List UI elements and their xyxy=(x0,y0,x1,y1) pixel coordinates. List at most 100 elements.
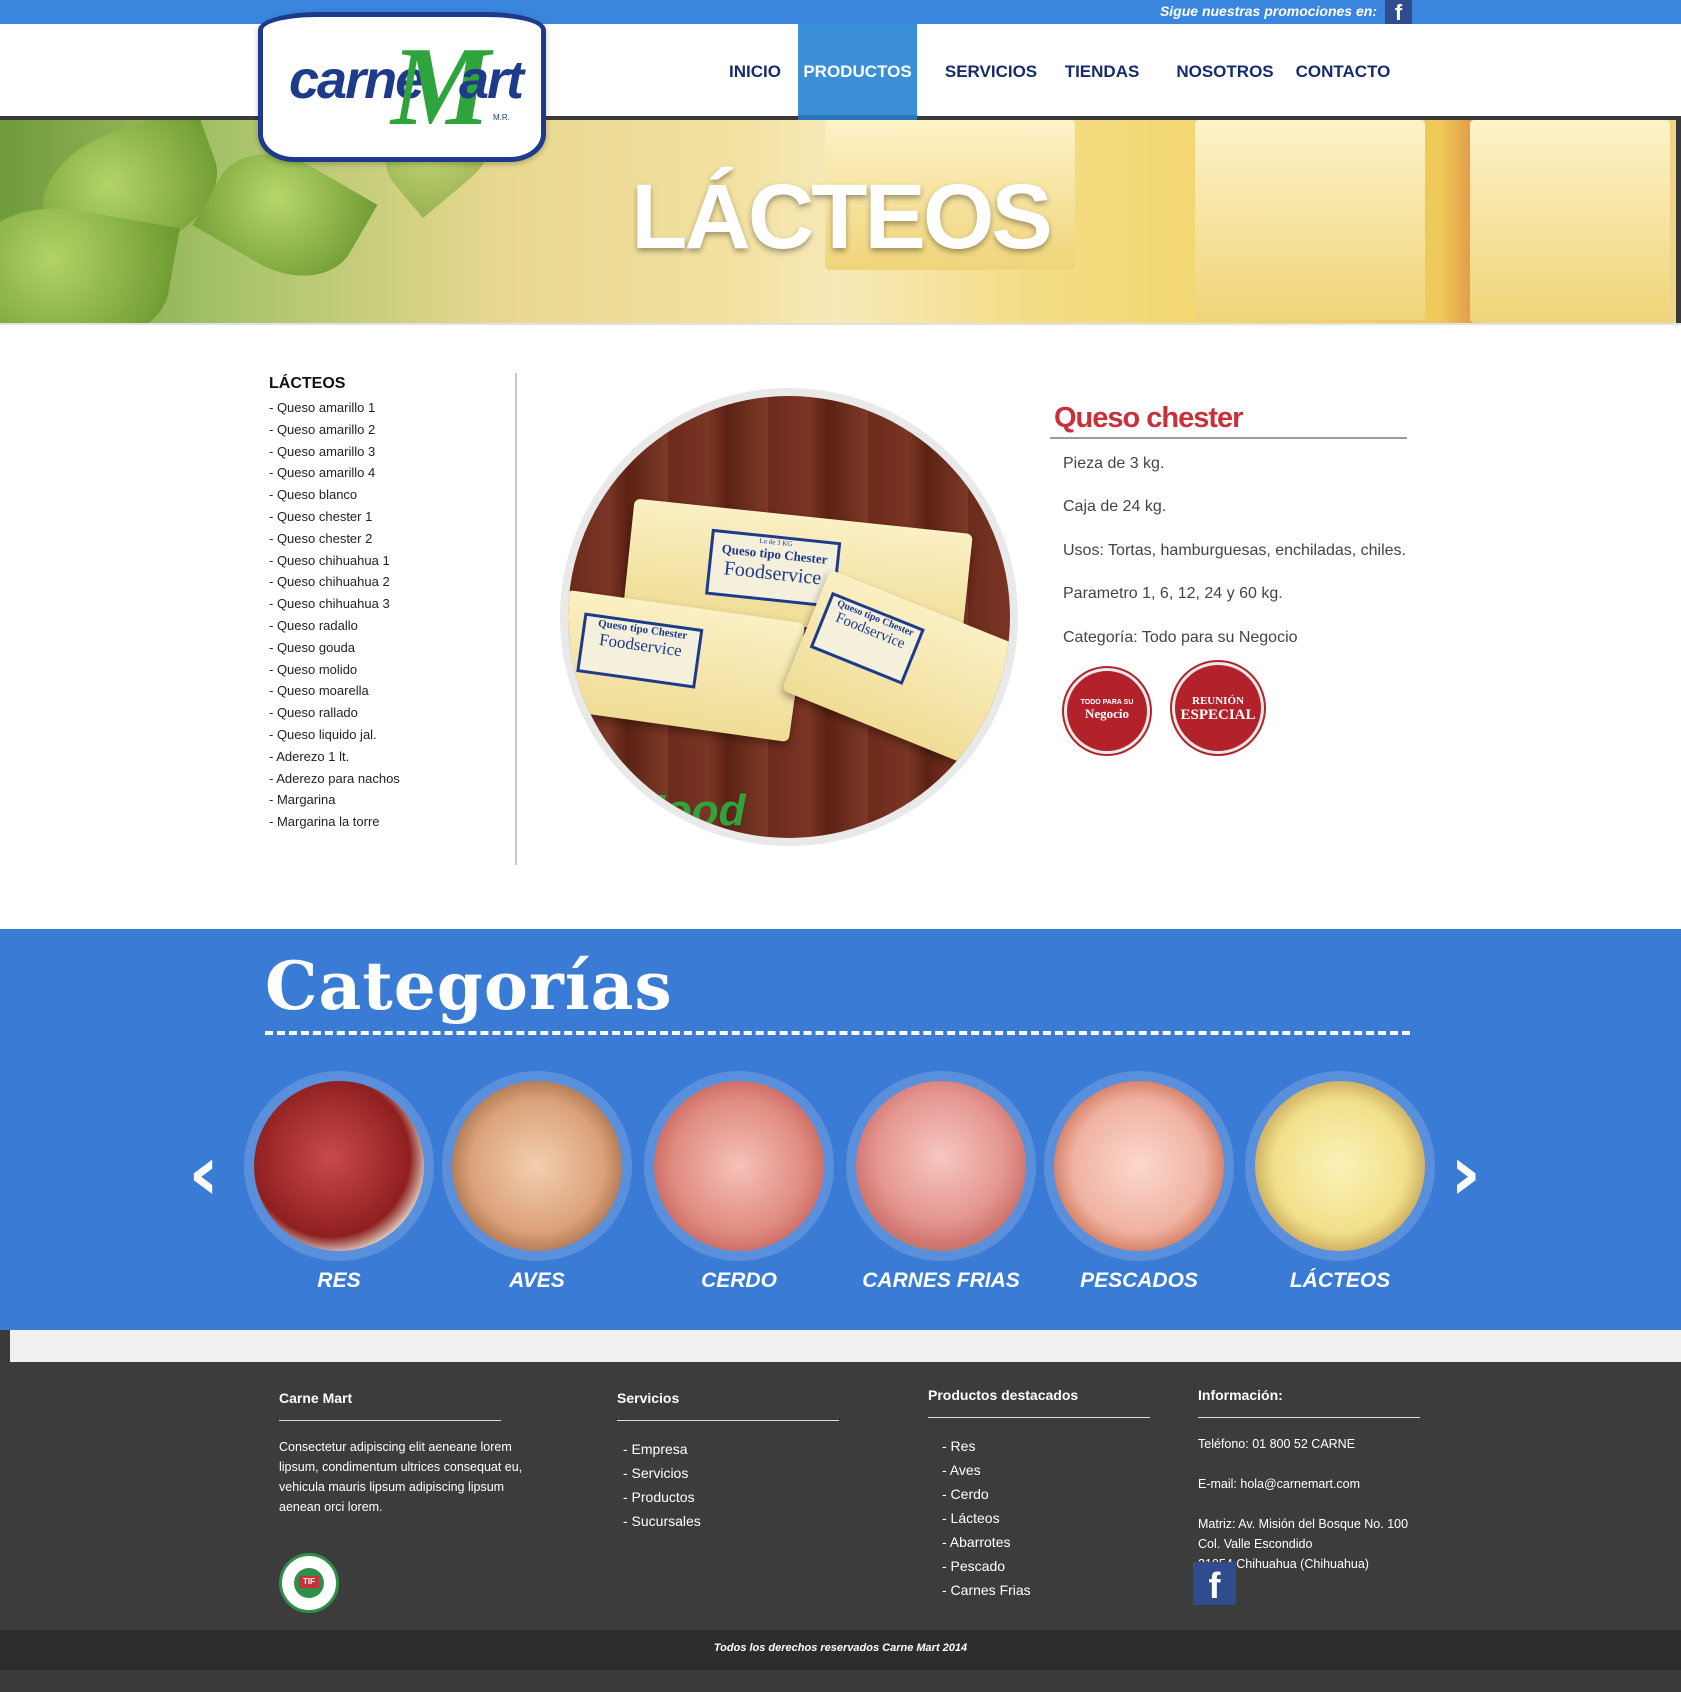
nav-tiendas[interactable]: TIENDAS xyxy=(1056,24,1148,120)
categories-section: Categorías ‹ › RES AVES CERDO CARNES FRI… xyxy=(0,929,1681,1330)
badge-top-text: TODO PARA SU xyxy=(1080,699,1134,706)
product-detail: Usos: Tortas, hamburguesas, enchiladas, … xyxy=(1063,542,1406,559)
carnemart-logo[interactable]: carne M art M.R. xyxy=(258,12,546,162)
nav-nosotros[interactable]: NOSOTROS xyxy=(1170,24,1280,120)
tif-seal-icon: TIF xyxy=(279,1553,339,1613)
category-aves[interactable]: AVES xyxy=(441,1071,633,1291)
category-image xyxy=(1054,1081,1224,1251)
product-title: Queso chester xyxy=(1054,402,1243,434)
category-label: RES xyxy=(317,1269,361,1292)
sidebar-item[interactable]: - Queso amarillo 1 xyxy=(269,397,400,419)
footer-link[interactable]: - Lácteos xyxy=(928,1506,1158,1530)
product-sidebar: LÁCTEOS - Queso amarillo 1 - Queso amari… xyxy=(269,375,400,833)
sidebar-item[interactable]: - Queso rallado xyxy=(269,702,400,724)
footer-info: Información: Teléfono: 01 800 52 CARNE E… xyxy=(1198,1387,1458,1574)
category-label: AVES xyxy=(509,1269,565,1292)
facebook-icon[interactable]: f xyxy=(1193,1562,1236,1606)
category-label: CERDO xyxy=(701,1269,777,1292)
category-lacteos[interactable]: LÁCTEOS xyxy=(1244,1071,1436,1291)
footer-email[interactable]: E-mail: hola@carnemart.com xyxy=(1198,1474,1458,1494)
sidebar-item[interactable]: - Aderezo 1 lt. xyxy=(269,746,400,768)
footer-link[interactable]: - Cerdo xyxy=(928,1482,1158,1506)
category-image-ring xyxy=(244,1071,434,1261)
page-title: LÁCTEOS xyxy=(631,166,1053,268)
sidebar-item[interactable]: - Queso moarella xyxy=(269,680,400,702)
hero-banner: LÁCTEOS xyxy=(0,120,1676,323)
category-image-ring xyxy=(846,1071,1036,1261)
sidebar-item[interactable]: - Queso amarillo 2 xyxy=(269,419,400,441)
footer-address: Col. Valle Escondido xyxy=(1198,1537,1313,1551)
dashed-divider xyxy=(265,1031,1410,1035)
nav-inicio[interactable]: INICIO xyxy=(715,24,795,120)
category-image-ring xyxy=(442,1071,632,1261)
chevron-left-icon[interactable]: ‹ xyxy=(188,1135,219,1211)
footer-link[interactable]: - Sucursales xyxy=(617,1509,847,1533)
footer-gap xyxy=(10,1330,1681,1362)
header: INICIO PRODUCTOS SERVICIOS TIENDAS NOSOT… xyxy=(0,24,1681,120)
category-image xyxy=(452,1081,622,1251)
footer-link[interactable]: - Productos xyxy=(617,1485,847,1509)
sidebar-divider xyxy=(515,373,517,865)
sidebar-item[interactable]: - Queso chihuahua 2 xyxy=(269,571,400,593)
product-detail: Parametro 1, 6, 12, 24 y 60 kg. xyxy=(1063,585,1283,602)
footer-link[interactable]: - Aves xyxy=(928,1458,1158,1482)
sidebar-item[interactable]: - Margarina la torre xyxy=(269,811,400,833)
footer-link[interactable]: - Empresa xyxy=(617,1437,847,1461)
category-label: CARNES FRIAS xyxy=(862,1269,1020,1292)
sidebar-item[interactable]: - Queso amarillo 3 xyxy=(269,441,400,463)
footer-link[interactable]: - Res xyxy=(928,1434,1158,1458)
footer-line xyxy=(928,1417,1150,1418)
product-photo: Lo de 3 KG Queso tipo Chester Foodservic… xyxy=(568,396,1010,838)
category-pescados[interactable]: PESCADOS xyxy=(1043,1071,1235,1291)
footer-link[interactable]: - Servicios xyxy=(617,1461,847,1485)
category-carnes-frias[interactable]: CARNES FRIAS xyxy=(845,1071,1037,1291)
footer-line xyxy=(617,1420,839,1421)
page-bottom xyxy=(0,1670,1681,1692)
footer-address: Matriz: Av. Misión del Bosque No. 100 xyxy=(1198,1517,1409,1531)
sidebar-item[interactable]: - Queso blanco xyxy=(269,484,400,506)
foodservice-logo: Food xyxy=(638,786,746,835)
footer-link[interactable]: - Pescado xyxy=(928,1554,1158,1578)
category-image xyxy=(1255,1081,1425,1251)
sidebar-item[interactable]: - Queso gouda xyxy=(269,637,400,659)
sidebar-item[interactable]: - Queso amarillo 4 xyxy=(269,462,400,484)
category-image-ring xyxy=(1245,1071,1435,1261)
product-label: Queso tipo Chester Foodservice xyxy=(809,591,925,685)
nav-servicios[interactable]: SERVICIOS xyxy=(936,24,1046,120)
badge-reunion-especial[interactable]: REUNIÓN ESPECIAL xyxy=(1172,662,1264,754)
sidebar-item[interactable]: - Margarina xyxy=(269,789,400,811)
product-label: Queso tipo Chester Foodservice xyxy=(576,612,704,689)
product-detail: Pieza de 3 kg. xyxy=(1063,455,1165,472)
footer-info-title: Información: xyxy=(1198,1387,1283,1403)
top-bar: Sigue nuestras promociones en: f xyxy=(0,0,1681,25)
footer-products: Productos destacados - Res - Aves - Cerd… xyxy=(928,1387,1158,1602)
nav-contacto[interactable]: CONTACTO xyxy=(1290,24,1396,120)
category-label: LÁCTEOS xyxy=(1289,1269,1391,1292)
sidebar-item[interactable]: - Queso chester 1 xyxy=(269,506,400,528)
sidebar-item[interactable]: - Queso chihuahua 3 xyxy=(269,593,400,615)
sidebar-item[interactable]: - Queso chihuahua 1 xyxy=(269,550,400,572)
footer-phone: Teléfono: 01 800 52 CARNE xyxy=(1198,1437,1356,1451)
category-label: PESCADOS xyxy=(1080,1269,1198,1292)
chevron-right-icon[interactable]: › xyxy=(1450,1135,1481,1211)
facebook-icon[interactable]: f xyxy=(1385,0,1412,25)
nav-productos[interactable]: PRODUCTOS xyxy=(798,24,917,120)
sidebar-title: LÁCTEOS xyxy=(269,375,346,392)
logo-art-text: art xyxy=(459,50,524,110)
footer-link[interactable]: - Carnes Frias xyxy=(928,1578,1158,1602)
footer-link[interactable]: - Abarrotes xyxy=(928,1530,1158,1554)
main-content: LÁCTEOS - Queso amarillo 1 - Queso amari… xyxy=(0,323,1681,929)
sidebar-item[interactable]: - Aderezo para nachos xyxy=(269,768,400,790)
category-image-ring xyxy=(644,1071,834,1261)
category-cerdo[interactable]: CERDO xyxy=(643,1071,835,1291)
badge-negocio[interactable]: TODO PARA SU Negocio xyxy=(1064,668,1150,754)
category-image xyxy=(856,1081,1026,1251)
category-res[interactable]: RES xyxy=(243,1071,435,1291)
logo-mr: M.R. xyxy=(493,113,510,122)
product-image: Lo de 3 KG Queso tipo Chester Foodservic… xyxy=(560,388,1018,846)
sidebar-item[interactable]: - Queso chester 2 xyxy=(269,528,400,550)
sidebar-item[interactable]: - Queso liquido jal. xyxy=(269,724,400,746)
category-image xyxy=(254,1081,424,1251)
sidebar-item[interactable]: - Queso molido xyxy=(269,659,400,681)
sidebar-item[interactable]: - Queso radallo xyxy=(269,615,400,637)
